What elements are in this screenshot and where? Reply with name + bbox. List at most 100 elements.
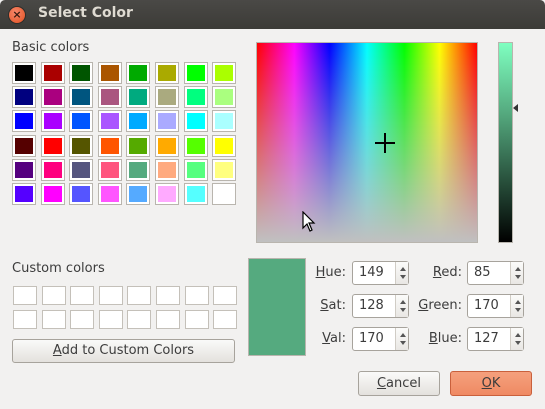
basic-color-swatch[interactable] [40,110,65,133]
basic-color-swatch[interactable] [183,62,208,84]
basic-color-swatch[interactable] [97,134,122,157]
custom-color-swatch[interactable] [98,310,123,329]
basic-color-swatch[interactable] [126,62,151,84]
close-icon[interactable]: × [9,7,25,23]
cancel-button[interactable]: Cancel [358,371,440,396]
basic-color-swatch[interactable] [155,62,179,84]
basic-color-swatch[interactable] [12,86,36,109]
custom-color-swatch[interactable] [13,310,37,329]
basic-color-swatch[interactable] [126,134,151,157]
basic-color-swatch[interactable] [126,183,151,205]
swatch-fill [72,161,91,178]
basic-color-swatch[interactable] [126,110,151,133]
increment-icon[interactable] [400,300,406,304]
basic-color-swatch[interactable] [212,158,237,181]
custom-color-swatch[interactable] [127,310,152,329]
basic-color-swatch[interactable] [97,86,122,109]
basic-color-swatch[interactable] [69,183,94,205]
val-spinbox[interactable]: 170 [352,327,409,351]
custom-color-swatch[interactable] [41,286,66,305]
decrement-icon[interactable] [515,275,521,279]
basic-color-swatch[interactable] [12,134,36,157]
basic-color-swatch[interactable] [126,158,151,181]
basic-color-swatch[interactable] [69,86,94,109]
hue-stepper[interactable] [395,262,408,284]
blue-spinbox[interactable]: 127 [467,327,524,351]
basic-color-swatch[interactable] [155,158,179,181]
sat-stepper[interactable] [395,295,408,317]
basic-color-swatch[interactable] [12,62,36,84]
custom-color-swatch[interactable] [156,286,180,305]
basic-color-swatch[interactable] [97,62,122,84]
ok-button[interactable]: OK [450,371,532,396]
custom-color-swatch[interactable] [213,286,238,305]
basic-color-swatch[interactable] [183,86,208,109]
val-stepper[interactable] [395,328,408,350]
color-spectrum[interactable] [256,42,478,243]
basic-color-swatch[interactable] [183,110,208,133]
decrement-icon[interactable] [515,308,521,312]
basic-color-swatch[interactable] [69,110,94,133]
basic-color-swatch[interactable] [155,183,179,205]
green-stepper[interactable] [510,295,523,317]
custom-color-swatch[interactable] [70,310,95,329]
basic-color-swatch[interactable] [40,183,65,205]
basic-color-swatch[interactable] [212,183,237,205]
increment-icon[interactable] [515,300,521,304]
custom-color-swatch[interactable] [156,310,180,329]
green-spinbox[interactable]: 170 [467,294,524,318]
basic-color-swatch[interactable] [97,183,122,205]
basic-color-swatch[interactable] [155,110,179,133]
basic-color-swatch[interactable] [40,158,65,181]
basic-color-swatch[interactable] [212,110,237,133]
hue-spinbox[interactable]: 149 [352,261,409,285]
custom-color-swatch[interactable] [70,286,95,305]
basic-color-swatch[interactable] [40,134,65,157]
basic-color-swatch[interactable] [97,110,122,133]
swatch-fill [72,65,91,81]
basic-color-swatch[interactable] [212,62,237,84]
basic-color-swatch[interactable] [69,62,94,84]
basic-color-swatch[interactable] [183,134,208,157]
swatch-fill [186,186,205,202]
increment-icon[interactable] [515,333,521,337]
add-to-custom-colors-button[interactable]: Add to Custom Colors [12,339,235,363]
basic-color-swatch[interactable] [40,62,65,84]
blue-stepper[interactable] [510,328,523,350]
increment-icon[interactable] [400,267,406,271]
custom-color-swatch[interactable] [13,286,37,305]
custom-color-swatch[interactable] [184,310,209,329]
swatch-fill [158,137,176,154]
sat-spinbox[interactable]: 128 [352,294,409,318]
basic-color-swatch[interactable] [212,86,237,109]
swatch-fill [129,113,148,130]
basic-color-swatch[interactable] [155,86,179,109]
luminance-slider[interactable] [498,42,513,243]
increment-icon[interactable] [400,333,406,337]
luminance-pointer-icon[interactable] [513,104,518,112]
basic-color-swatch[interactable] [69,158,94,181]
basic-color-swatch[interactable] [212,134,237,157]
basic-color-swatch[interactable] [12,110,36,133]
decrement-icon[interactable] [515,341,521,345]
basic-color-swatch[interactable] [97,158,122,181]
basic-color-swatch[interactable] [12,183,36,205]
red-spinbox[interactable]: 85 [467,261,524,285]
basic-color-swatch[interactable] [183,158,208,181]
basic-color-swatch[interactable] [69,134,94,157]
decrement-icon[interactable] [400,308,406,312]
decrement-icon[interactable] [400,341,406,345]
basic-color-swatch[interactable] [12,158,36,181]
custom-color-swatch[interactable] [41,310,66,329]
basic-color-swatch[interactable] [155,134,179,157]
decrement-icon[interactable] [400,275,406,279]
custom-color-swatch[interactable] [213,310,238,329]
increment-icon[interactable] [515,267,521,271]
red-stepper[interactable] [510,262,523,284]
basic-color-swatch[interactable] [126,86,151,109]
custom-color-swatch[interactable] [127,286,152,305]
custom-color-swatch[interactable] [98,286,123,305]
basic-color-swatch[interactable] [183,183,208,205]
custom-color-swatch[interactable] [184,286,209,305]
basic-color-swatch[interactable] [40,86,65,109]
